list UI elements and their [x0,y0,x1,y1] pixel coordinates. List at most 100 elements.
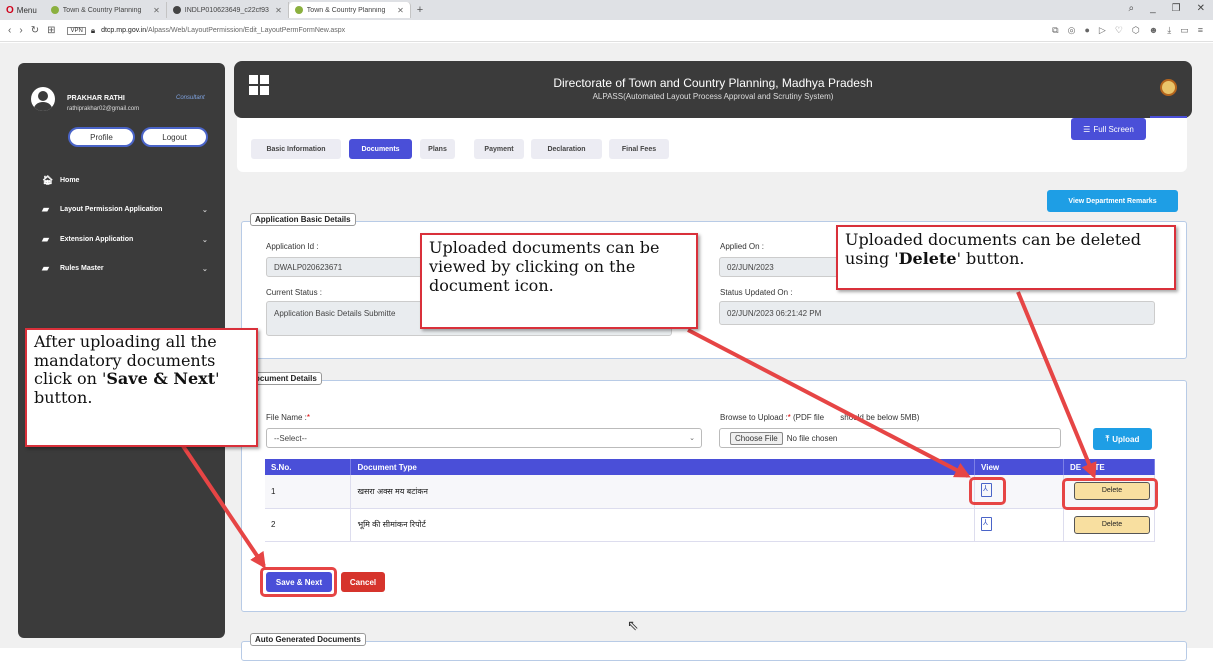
table-header-row: S.No. Document Type View DE ETE [265,459,1156,475]
browser-tab-1[interactable]: Town & Country Planning ✕ [45,2,167,18]
col-document-type: Document Type [350,459,976,475]
status-updated-field: 02/JUN/2023 06:21:42 PM [719,301,1155,325]
select-value: --Select-- [274,433,307,443]
row-delete-cell: Delete [1063,508,1156,542]
chevron-down-icon: ⌄ [202,236,208,244]
upload-icon: ⤒ [1105,434,1110,443]
tab-close-icon[interactable]: ✕ [275,6,282,15]
callout-delete-documents: Uploaded documents can be deleted using … [836,225,1176,290]
table-row: 1 खसरा अक्स मय बटांकन Delete [265,475,1156,509]
browser-menu-label: Menu [16,5,37,15]
profile-icon[interactable]: ☻ [1149,25,1158,36]
new-tab-icon[interactable]: + [411,4,429,16]
back-icon[interactable]: ‹ [8,25,11,36]
restore-icon[interactable]: ❐ [1172,3,1181,14]
callout-delete-text-2: ' button. [956,249,1025,269]
browser-menu[interactable]: O Menu [0,5,45,16]
menu-lines-icon: ☰ [1083,124,1091,134]
delete-button[interactable]: Delete [1073,515,1150,534]
user-email: rathiprakhar02@gmail.com [67,106,140,112]
cancel-button[interactable]: Cancel [341,572,385,592]
tab-final-fees[interactable]: Final Fees [609,139,669,159]
tab-payment[interactable]: Payment [474,139,524,159]
profile-button[interactable]: Profile [68,127,135,147]
extensions-icon[interactable]: ⬡ [1132,25,1140,36]
shield-icon[interactable]: ● [1084,25,1089,36]
sidebar-item-home[interactable]: 🏠︎ Home [42,175,79,186]
col-delete: DE ETE [1063,459,1156,475]
col-view: View [974,459,1064,475]
tab-close-icon[interactable]: ✕ [397,6,404,15]
file-upload-input[interactable]: Choose File No file chosen [719,428,1061,448]
search-tabs-icon[interactable]: ⌕ [1128,3,1134,14]
tab-basic-information[interactable]: Basic Information [251,139,341,159]
url-domain: dtcp.mp.gov.in [101,27,147,34]
browse-hint-size: should be below 5MB) [840,413,920,422]
documents-table: S.No. Document Type View DE ETE 1 खसरा अक… [265,459,1156,542]
url-field[interactable]: dtcp.mp.gov.in/Alpass/Web/LayoutPermissi… [101,27,345,34]
tab-close-icon[interactable]: ✕ [153,6,160,15]
lock-icon[interactable]: 🔒︎ [91,26,95,36]
download-icon[interactable]: ⤓ [1167,25,1171,36]
row-view-cell [974,508,1064,542]
callout-view-documents: Uploaded documents can be viewed by clic… [420,233,698,329]
sidebar-item-label: Layout Permission Application [60,206,163,213]
delete-button-highlight [1062,478,1158,510]
folder-icon: ▰ [42,263,49,273]
avatar [31,87,55,111]
minimize-icon[interactable]: _ [1150,3,1156,14]
row-document-type: खसरा अक्स मय बटांकन [350,475,976,509]
sidebar-item-rules-master[interactable]: ▰ Rules Master ⌄ [42,263,208,274]
current-status-label: Current Status : [266,288,323,297]
logout-button[interactable]: Logout [141,127,208,147]
vpn-badge[interactable]: VPN [67,26,86,35]
chevron-down-icon: ⌄ [202,206,208,214]
callout-save-next: After uploading all the mandatory docume… [25,328,258,447]
reload-icon[interactable]: ↻ [31,25,39,36]
browser-tab-3[interactable]: Town & Country Planning ✕ [288,2,411,18]
play-icon[interactable]: ▷ [1099,25,1106,36]
save-next-highlight [260,567,337,597]
page-header: Directorate of Town and Country Planning… [234,61,1192,118]
sidebar-item-label: Extension Application [60,236,134,243]
chevron-down-icon: ⌄ [689,435,695,442]
callout-save-bold: Save & Next [106,369,216,389]
sidebar-item-label: Home [60,177,80,184]
address-bar: ‹ › ↻ ⊞ VPN 🔒︎ dtcp.mp.gov.in/Alpass/Web… [0,20,1213,42]
pdf-document-icon[interactable] [981,516,993,531]
tab-favicon-icon [172,6,181,14]
forward-icon[interactable]: › [19,25,22,36]
sidebar-item-layout-permission[interactable]: ▰ Layout Permission Application ⌄ [42,204,208,215]
applied-on-label: Applied On : [720,242,765,251]
choose-file-button[interactable]: Choose File [730,431,783,445]
tab-declaration[interactable]: Declaration [531,139,602,159]
tab-plans[interactable]: Plans [420,139,455,159]
easy-setup-icon[interactable]: ≡ [1198,25,1203,36]
close-window-icon[interactable]: ✕ [1197,3,1205,14]
full-screen-button[interactable]: ☰ Full Screen [1071,118,1146,140]
sidebar-item-extension[interactable]: ▰ Extension Application ⌄ [42,234,208,245]
col-sno: S.No. [265,459,352,475]
callout-delete-bold: Delete [898,249,957,269]
camera-icon[interactable]: ◎ [1068,25,1076,36]
row-sno: 1 [265,475,352,509]
tab-favicon-icon [50,6,59,14]
window-controls: ⌕ _ ❐ ✕ [1128,3,1205,14]
auto-generated-documents-legend: Auto Generated Documents [250,633,366,646]
speed-dial-icon[interactable]: ⊞ [47,25,55,36]
view-department-remarks-button[interactable]: View Department Remarks [1047,190,1178,212]
col-delete-part2: ETE [1089,462,1105,472]
browser-tab-2[interactable]: INDLP010623649_c22cf93 ✕ [167,2,289,18]
battery-icon[interactable]: ▭ [1180,25,1189,36]
folder-icon: ▰ [42,204,49,214]
file-name-select[interactable]: --Select-- ⌄ [266,428,702,448]
no-file-text: No file chosen [786,433,838,443]
upload-button[interactable]: ⤒ Upload [1093,428,1152,450]
toolbar-icons: ⧉ ◎ ● ▷ ♡ ⬡ ☻ ⤓ ▭ ≡ [1052,25,1203,36]
tab-documents[interactable]: Documents [349,139,412,159]
heart-icon[interactable]: ♡ [1115,25,1123,36]
browse-hint: (PDF file [790,413,825,422]
share-icon[interactable]: ⧉ [1052,25,1058,36]
tab-title: Town & Country Planning [306,6,386,14]
folder-icon: ▰ [42,234,49,244]
